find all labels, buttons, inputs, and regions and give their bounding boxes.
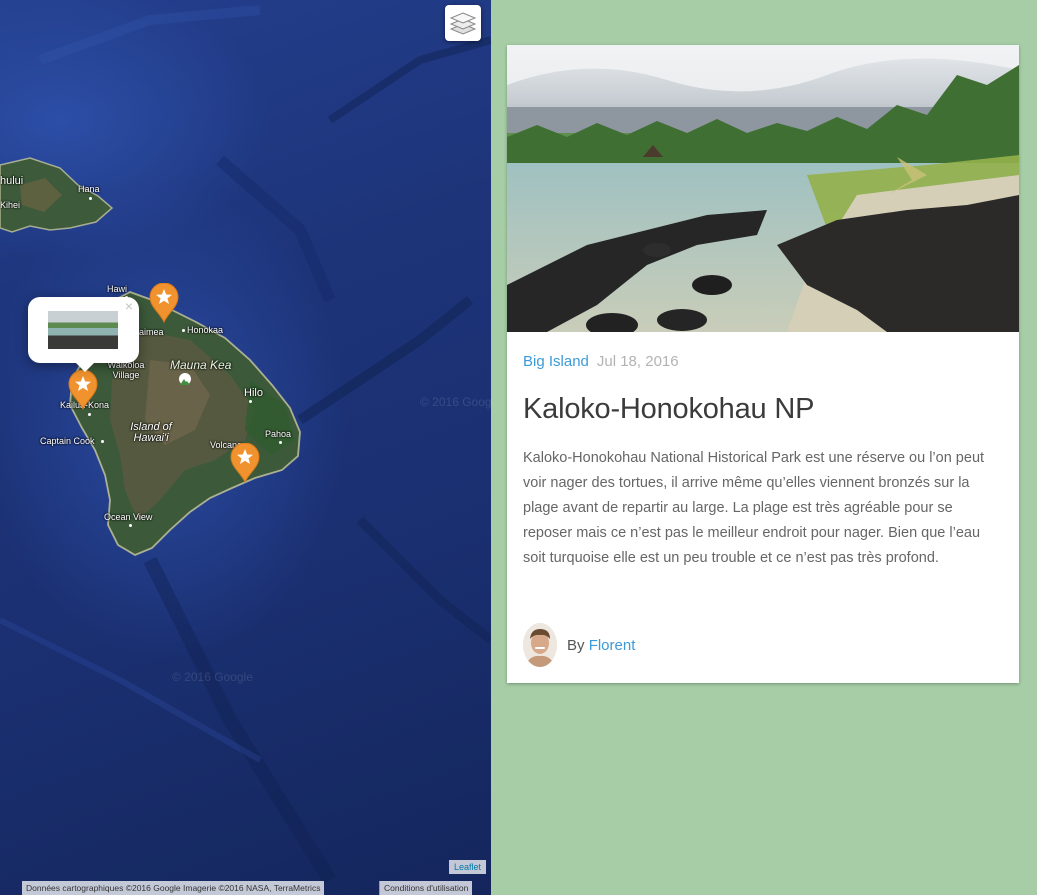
map-label-waikoloa: Waikoloa Village bbox=[107, 360, 145, 380]
map-popup[interactable]: × bbox=[28, 297, 139, 372]
map-label-island-of-hawaii: Island of Hawai'i bbox=[130, 421, 172, 444]
map-label-hana: Hana bbox=[78, 184, 100, 194]
map-dot bbox=[89, 197, 92, 200]
map-label-pahoa: Pahoa bbox=[265, 429, 292, 439]
map-dot bbox=[279, 441, 282, 444]
terms-link[interactable]: Conditions d'utilisation bbox=[379, 881, 473, 895]
post-date: Jul 18, 2016 bbox=[596, 353, 679, 370]
post-category-link[interactable]: Big Island bbox=[523, 353, 589, 370]
map-label-mauna-kea: Mauna Kea bbox=[170, 358, 232, 372]
map-label-kihei: Kihei bbox=[0, 200, 21, 210]
map-watermark: © 2016 Google bbox=[420, 395, 491, 409]
map-marker-star-icon[interactable] bbox=[68, 370, 98, 410]
map-marker-star-icon[interactable] bbox=[149, 283, 179, 323]
post-author: By Florent bbox=[523, 623, 635, 667]
layers-button[interactable] bbox=[445, 5, 481, 41]
map-label-captain-cook: Captain Cook bbox=[40, 436, 95, 446]
post-title[interactable]: Kaloko-Honokohau NP bbox=[523, 393, 814, 426]
map-watermark: © 2016 Google bbox=[172, 670, 253, 684]
by-label: By bbox=[567, 636, 585, 654]
map-attribution: Données cartographiques ©2016 Google Ima… bbox=[22, 881, 325, 895]
map-label-hilo: Hilo bbox=[244, 387, 263, 399]
close-icon[interactable]: × bbox=[125, 299, 133, 313]
map-label-honokaa: Honokaa bbox=[187, 325, 224, 335]
map[interactable]: © 2016 Google © 2016 Google hului Kihei … bbox=[0, 0, 491, 895]
map-marker-star-icon[interactable] bbox=[230, 443, 260, 483]
post-body: Kaloko-Honokohau National Historical Par… bbox=[523, 450, 985, 566]
avatar[interactable] bbox=[523, 623, 557, 667]
popup-thumbnail[interactable] bbox=[48, 311, 118, 349]
map-dot bbox=[88, 413, 91, 416]
leaflet-link[interactable]: Leaflet bbox=[449, 860, 487, 874]
mountain-icon bbox=[179, 373, 191, 385]
post-meta: Big Island Jul 18, 2016 bbox=[523, 353, 679, 370]
layers-icon bbox=[450, 12, 476, 35]
post-card: Big Island Jul 18, 2016 Kaloko-Honokohau … bbox=[507, 45, 1019, 683]
map-label-kahului: hului bbox=[0, 175, 24, 187]
map-dot bbox=[129, 524, 132, 527]
post-photo[interactable] bbox=[507, 45, 1019, 332]
map-dot bbox=[101, 440, 104, 443]
map-dot bbox=[249, 400, 252, 403]
author-byline: By Florent bbox=[567, 637, 635, 654]
map-label-hawi: Hawi bbox=[107, 284, 128, 294]
map-dot bbox=[182, 329, 185, 332]
map-label-waimea: aimea bbox=[139, 327, 164, 337]
author-link[interactable]: Florent bbox=[589, 637, 636, 654]
map-label-ocean-view: Ocean View bbox=[104, 512, 153, 522]
